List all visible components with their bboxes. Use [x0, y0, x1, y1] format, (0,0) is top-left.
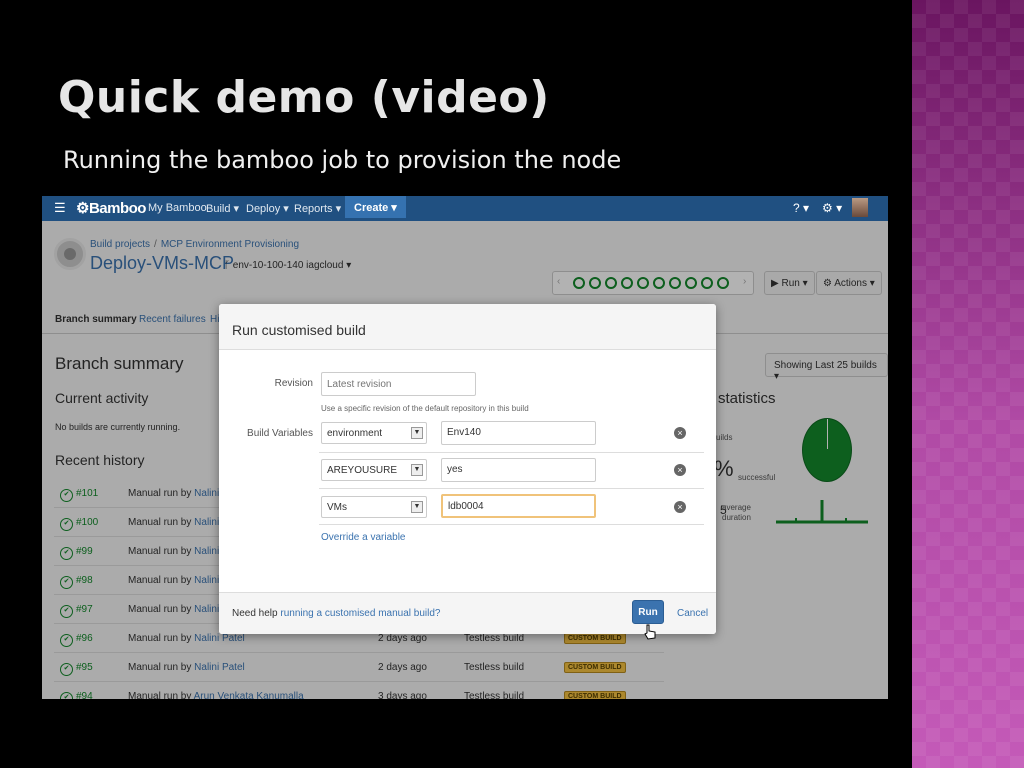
run-customised-build-dialog: Run customised build Revision Use a spec…: [219, 304, 716, 640]
variable-name-value: AREYOUSURE: [327, 465, 398, 476]
chevron-down-icon: ▼: [411, 427, 423, 439]
bamboo-screenshot: ☰ ⚙Bamboo My Bamboo Build ▾ Deploy ▾ Rep…: [42, 196, 888, 699]
variable-name-select[interactable]: environment ▼: [321, 422, 427, 444]
remove-variable-icon[interactable]: ×: [674, 464, 686, 476]
revision-input[interactable]: [321, 372, 476, 396]
variable-name-select[interactable]: AREYOUSURE ▼: [321, 459, 427, 481]
gear-icon[interactable]: ⚙ ▾: [822, 201, 842, 215]
help-text: Need help running a customised manual bu…: [232, 608, 441, 619]
nav-deploy[interactable]: Deploy ▾: [246, 202, 289, 215]
customised-build-help-link[interactable]: running a customised manual build?: [280, 608, 440, 619]
variable-name-value: environment: [327, 428, 383, 439]
cancel-link[interactable]: Cancel: [677, 608, 708, 619]
bamboo-logo[interactable]: ⚙Bamboo: [76, 199, 146, 217]
divider: [319, 452, 704, 453]
slide-side-band: [912, 0, 1024, 768]
run-button[interactable]: Run: [632, 600, 664, 624]
variable-value-input[interactable]: Env140: [441, 421, 596, 445]
help-icon[interactable]: ? ▾: [793, 201, 809, 215]
chevron-down-icon: ▼: [411, 464, 423, 476]
create-button[interactable]: Create ▾: [345, 196, 406, 218]
nav-my-bamboo[interactable]: My Bamboo: [148, 202, 207, 214]
revision-hint: Use a specific revision of the default r…: [321, 404, 529, 413]
override-variable-link[interactable]: Override a variable: [321, 532, 405, 543]
remove-variable-icon[interactable]: ×: [674, 427, 686, 439]
build-variables-label: Build Variables: [247, 428, 313, 439]
variable-name-select[interactable]: VMs ▼: [321, 496, 427, 518]
dialog-header: Run customised build: [219, 304, 716, 350]
menu-icon[interactable]: ☰: [54, 200, 66, 216]
divider: [319, 524, 704, 525]
nav-reports[interactable]: Reports ▾: [294, 202, 341, 215]
divider: [319, 488, 704, 489]
revision-label: Revision: [274, 378, 313, 389]
chevron-down-icon: ▼: [411, 501, 423, 513]
variable-value-input[interactable]: ldb0004: [441, 494, 596, 518]
nav-build[interactable]: Build ▾: [206, 202, 239, 215]
slide-subtitle: Running the bamboo job to provision the …: [63, 146, 622, 174]
remove-variable-icon[interactable]: ×: [674, 501, 686, 513]
variable-value-input[interactable]: yes: [441, 458, 596, 482]
variable-name-value: VMs: [327, 502, 347, 513]
slide-title: Quick demo (video): [58, 72, 550, 123]
dialog-title: Run customised build: [232, 322, 366, 338]
avatar[interactable]: [852, 198, 868, 217]
top-navigation: ☰ ⚙Bamboo My Bamboo Build ▾ Deploy ▾ Rep…: [42, 196, 888, 221]
hand-cursor-icon: [644, 624, 656, 640]
